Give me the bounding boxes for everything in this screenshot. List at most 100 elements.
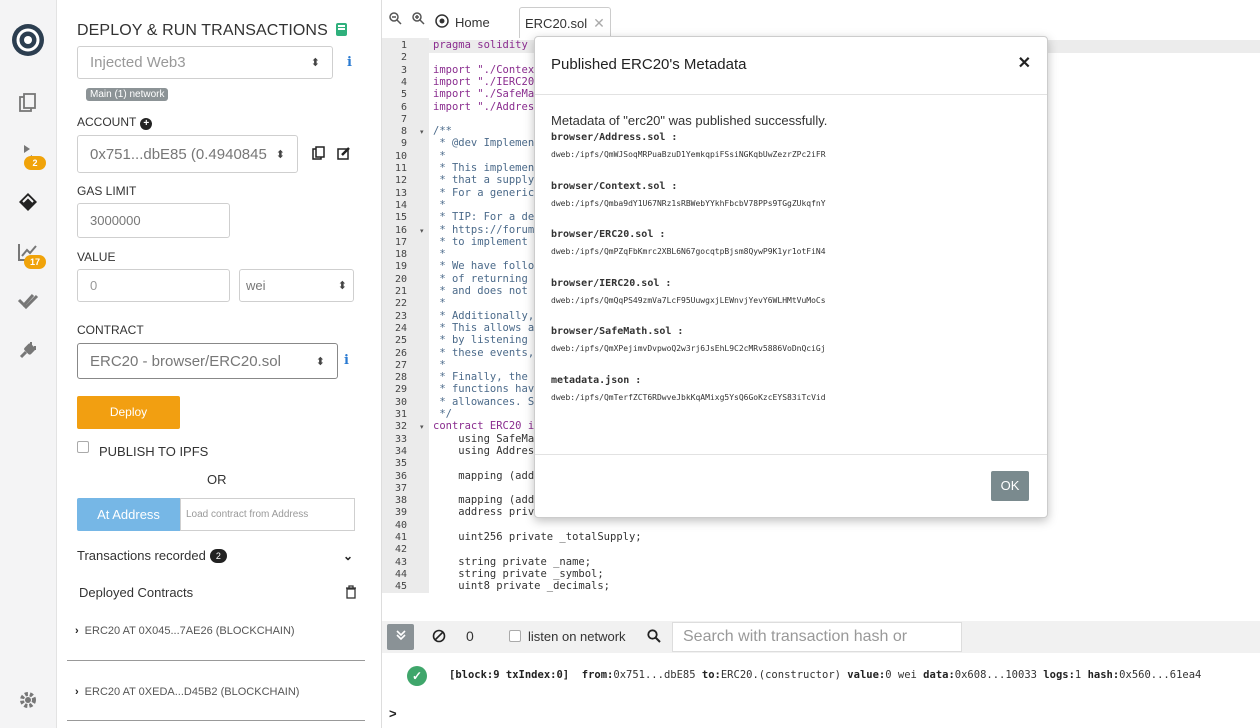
deployed-item-label: ERC20 AT 0XEDA...D45B2 (BLOCKCHAIN): [84, 686, 300, 698]
line-number: 2: [400, 52, 407, 64]
code-line: *: [433, 149, 446, 162]
code-line: * of returning: [433, 272, 528, 285]
fold-toggle-icon[interactable]: ▾: [420, 423, 424, 431]
code-line: uint8 private _decimals;: [433, 580, 611, 593]
tx-from-label: from:: [581, 669, 614, 681]
panel-title-text: DEPLOY & RUN TRANSACTIONS: [77, 22, 328, 39]
deploy-run-icon[interactable]: [14, 188, 42, 216]
terminal-prompt[interactable]: >: [389, 706, 397, 721]
zoom-in-icon[interactable]: [412, 12, 425, 28]
settings-gear-icon[interactable]: [14, 686, 42, 714]
compiler-badge: 2: [24, 156, 46, 170]
info-icon[interactable]: i: [347, 55, 352, 70]
deployed-item[interactable]: › ERC20 AT 0X045...7AE26 (BLOCKCHAIN): [75, 625, 295, 637]
close-icon[interactable]: ✕: [1018, 53, 1031, 73]
tx-hash: 0x560...61ea4: [1119, 669, 1202, 681]
metadata-ipfs-hash[interactable]: dweb:/ipfs/QmTerfZCT6RDwveJbkKqAMixg5YsQ…: [551, 393, 826, 402]
line-number: 41: [394, 532, 407, 543]
line-number: 3: [400, 64, 407, 76]
divider: [67, 660, 365, 661]
line-number: 21: [394, 286, 407, 297]
code-line: * by listening: [433, 334, 528, 347]
code-line: * This implemen: [433, 162, 535, 174]
account-label-text: ACCOUNT: [77, 115, 137, 129]
metadata-file-name: browser/Address.sol :: [551, 132, 678, 143]
metadata-file-name: browser/IERC20.sol :: [551, 277, 672, 289]
line-number: 28: [394, 372, 407, 384]
line-number: 10: [394, 150, 407, 162]
trash-icon[interactable]: [345, 585, 357, 604]
tab-home[interactable]: Home: [434, 7, 490, 38]
plugin-icon[interactable]: [14, 336, 42, 364]
tab-erc20[interactable]: ERC20.sol ✕: [519, 7, 611, 38]
transactions-recorded[interactable]: Transactions recorded 2: [77, 548, 227, 563]
file-explorer-icon[interactable]: [14, 89, 42, 117]
doc-icon[interactable]: [335, 23, 347, 36]
remix-logo-icon[interactable]: [8, 20, 48, 60]
chevron-right-icon: ›: [75, 625, 79, 637]
ok-button[interactable]: OK: [991, 471, 1029, 501]
code-line: uint256 private _totalSupply;: [433, 531, 642, 543]
plus-circle-icon[interactable]: +: [140, 118, 153, 130]
publish-ipfs-checkbox[interactable]: [77, 441, 89, 453]
at-address-input[interactable]: Load contract from Address: [180, 498, 355, 531]
value-unit-select[interactable]: wei ⬍: [239, 269, 354, 302]
fold-toggle-icon[interactable]: ▾: [420, 128, 424, 136]
fold-toggle-icon[interactable]: ▾: [420, 227, 424, 235]
line-number: 20: [394, 273, 407, 285]
tx-to: ERC20.(constructor): [720, 669, 841, 681]
tx-data: 0x608...10033: [954, 669, 1037, 681]
metadata-ipfs-hash[interactable]: dweb:/ipfs/QmQqPS49zmVa7LcF95UuwgxjLEWnv…: [551, 296, 826, 305]
code-line: * that a supply: [433, 174, 535, 187]
chevron-down-icon[interactable]: ⌄: [343, 549, 353, 563]
environment-select[interactable]: Injected Web3 ⬍: [77, 46, 333, 79]
metadata-ipfs-hash[interactable]: dweb:/ipfs/Qmba9dY1U67NRz1sRBWebYYkhFbcb…: [551, 199, 826, 208]
modal-message: Metadata of "erc20" was published succes…: [551, 113, 828, 128]
collapse-terminal-button[interactable]: [387, 624, 414, 650]
deployed-item[interactable]: › ERC20 AT 0XEDA...D45B2 (BLOCKCHAIN): [75, 686, 299, 698]
contract-value: ERC20 - browser/ERC20.sol: [90, 352, 281, 370]
tx-block: [block:9 txIndex:0]: [449, 669, 570, 681]
code-line: mapping (add: [433, 469, 535, 482]
tx-log-line[interactable]: [block:9 txIndex:0] from:0x751...dbE85 t…: [449, 669, 1201, 681]
clear-terminal-icon[interactable]: [432, 629, 446, 648]
double-check-icon[interactable]: [14, 287, 42, 315]
deploy-button[interactable]: Deploy: [77, 396, 180, 429]
listen-network-label: listen on network: [528, 629, 626, 644]
line-number: 36: [394, 470, 407, 482]
metadata-ipfs-hash[interactable]: dweb:/ipfs/QmWJSoqMRPuaBzuD1YemkqpiFSsiN…: [551, 150, 826, 159]
line-number: 33: [394, 433, 407, 445]
search-tx-input[interactable]: Search with transaction hash or address: [672, 622, 962, 673]
value-input[interactable]: 0: [77, 269, 230, 302]
code-line: * TIP: For a de: [433, 211, 535, 224]
metadata-ipfs-hash[interactable]: dweb:/ipfs/QmPZqFbKmrc2XBL6N67gocqtpBjsm…: [551, 247, 826, 256]
code-line: *: [433, 297, 446, 310]
code-line: * Finally, the: [433, 371, 528, 384]
edit-icon[interactable]: [337, 146, 351, 165]
code-line: import "./SafeMa: [433, 88, 535, 101]
metadata-ipfs-hash[interactable]: dweb:/ipfs/QmXPejimvDvpwoQ2w3rj6JsEhL9C2…: [551, 344, 826, 353]
line-number: 44: [394, 568, 407, 580]
tx-to-label: to:: [701, 669, 721, 681]
icon-rail: 2 17: [0, 0, 57, 728]
line-number: 13: [394, 187, 407, 199]
account-select[interactable]: 0x751...dbE85 (0.4940845 ⬍: [77, 135, 298, 173]
line-number: 11: [394, 163, 407, 174]
listen-network-checkbox[interactable]: [509, 630, 521, 642]
at-address-button[interactable]: At Address: [77, 498, 180, 531]
close-tab-icon[interactable]: ✕: [593, 15, 605, 32]
line-number: 18: [394, 249, 407, 261]
contract-select[interactable]: ERC20 - browser/ERC20.sol ⬍: [77, 343, 338, 379]
gas-limit-input[interactable]: 3000000: [77, 203, 230, 238]
select-arrows-icon: ⬍: [337, 280, 347, 292]
line-number: 19: [394, 261, 407, 273]
line-number: 16: [394, 224, 407, 236]
code-line: using SafeMa: [433, 432, 535, 445]
line-number: 9: [400, 138, 407, 150]
terminal-toolbar: 0 listen on network Search with transact…: [382, 621, 1260, 673]
line-number: 23: [394, 310, 407, 322]
zoom-out-icon[interactable]: [389, 12, 402, 28]
line-number: 37: [394, 482, 407, 494]
copy-icon[interactable]: [312, 146, 325, 163]
contract-info-icon[interactable]: i: [344, 353, 349, 368]
